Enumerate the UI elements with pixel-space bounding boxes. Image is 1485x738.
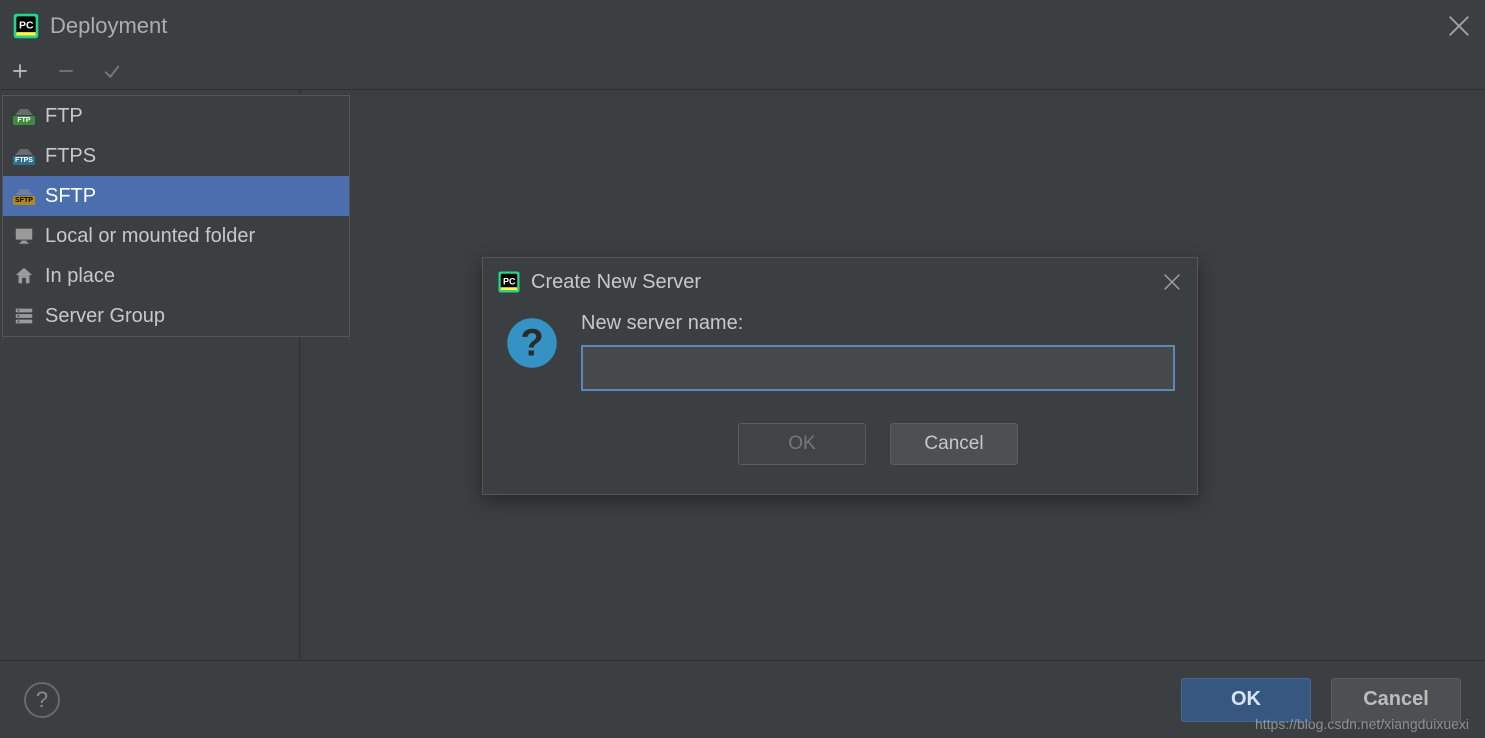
- svg-text:PC: PC: [19, 20, 34, 32]
- pycharm-logo-icon: PC: [497, 270, 521, 294]
- menu-item-local-folder[interactable]: Local or mounted folder: [3, 216, 349, 256]
- window-close-button[interactable]: [1445, 12, 1473, 40]
- ftps-icon: FTPS: [13, 145, 35, 167]
- server-name-input[interactable]: [581, 345, 1175, 391]
- menu-item-ftps[interactable]: FTPS FTPS: [3, 136, 349, 176]
- svg-text:PC: PC: [503, 276, 516, 286]
- menu-item-in-place[interactable]: In place: [3, 256, 349, 296]
- bottom-bar: ? OK Cancel: [0, 660, 1485, 738]
- menu-item-label: Server Group: [45, 305, 165, 328]
- menu-item-label: FTP: [45, 105, 83, 128]
- pycharm-logo-icon: PC: [12, 12, 40, 40]
- dialog-close-button[interactable]: [1161, 271, 1183, 293]
- toolbar: [0, 52, 1485, 90]
- svg-text:?: ?: [520, 321, 543, 364]
- menu-item-sftp[interactable]: SFTP SFTP: [3, 176, 349, 216]
- remove-button[interactable]: [54, 59, 78, 83]
- menu-item-ftp[interactable]: FTP FTP: [3, 96, 349, 136]
- title-bar: PC Deployment: [0, 0, 1485, 52]
- help-button[interactable]: ?: [24, 682, 60, 718]
- sftp-icon: SFTP: [13, 185, 35, 207]
- server-group-icon: [13, 305, 35, 327]
- create-server-dialog: PC Create New Server ? New server name: …: [482, 257, 1198, 495]
- menu-item-label: In place: [45, 265, 115, 288]
- menu-item-label: SFTP: [45, 185, 96, 208]
- monitor-icon: [13, 225, 35, 247]
- menu-item-label: Local or mounted folder: [45, 225, 255, 248]
- cancel-button[interactable]: Cancel: [1331, 678, 1461, 722]
- add-button[interactable]: [8, 59, 32, 83]
- dialog-title: Create New Server: [531, 271, 701, 294]
- dialog-titlebar: PC Create New Server: [483, 258, 1197, 306]
- question-icon: ?: [505, 316, 559, 370]
- server-type-menu: FTP FTP FTPS FTPS SFTP SFTP Local or mou…: [2, 95, 350, 337]
- ftp-icon: FTP: [13, 105, 35, 127]
- apply-button[interactable]: [100, 59, 124, 83]
- dialog-ok-button[interactable]: OK: [738, 423, 866, 465]
- dialog-cancel-button[interactable]: Cancel: [890, 423, 1018, 465]
- window-title: Deployment: [50, 13, 167, 39]
- menu-item-label: FTPS: [45, 145, 96, 168]
- menu-item-server-group[interactable]: Server Group: [3, 296, 349, 336]
- ok-button[interactable]: OK: [1181, 678, 1311, 722]
- server-name-label: New server name:: [581, 312, 1175, 335]
- home-icon: [13, 265, 35, 287]
